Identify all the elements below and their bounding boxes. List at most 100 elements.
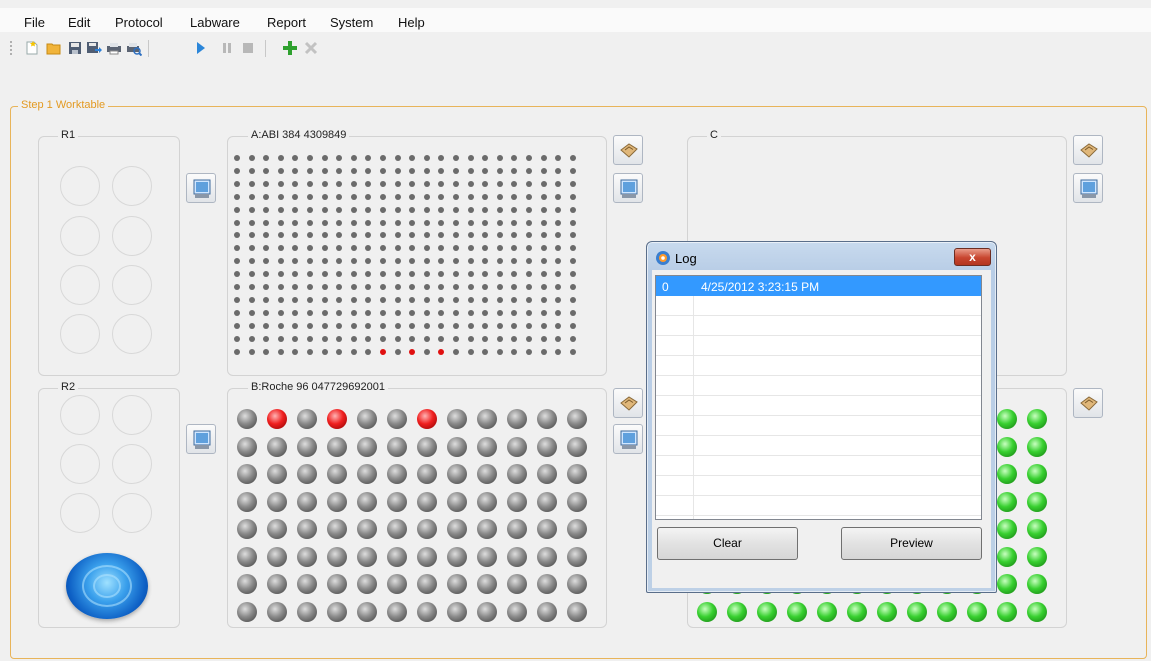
plate-a-well[interactable] — [511, 348, 518, 355]
plate-a-well[interactable] — [467, 271, 474, 278]
plate-a-well[interactable] — [394, 167, 401, 174]
plate-a-well[interactable] — [394, 309, 401, 316]
plate-a-well[interactable] — [248, 296, 255, 303]
rack-r2-select-button[interactable] — [186, 424, 216, 454]
plate-b-select-button[interactable] — [613, 424, 643, 454]
plate-a-well[interactable] — [350, 180, 357, 187]
plate-b-well[interactable] — [297, 519, 317, 539]
plate-a-well[interactable] — [263, 348, 270, 355]
plate-a-well[interactable] — [277, 322, 284, 329]
plate-a-well[interactable] — [482, 348, 489, 355]
tube-position[interactable] — [112, 395, 152, 435]
plate-a-well[interactable] — [496, 180, 503, 187]
plate-a-well[interactable] — [248, 258, 255, 265]
menu-file[interactable]: File — [24, 15, 45, 30]
plate-d-well[interactable] — [1027, 409, 1047, 429]
plate-d-well[interactable] — [1027, 546, 1047, 567]
plate-a-well[interactable] — [409, 206, 416, 213]
plate-b-well[interactable] — [327, 519, 347, 539]
plate-a-well[interactable] — [336, 348, 343, 355]
plate-a-well[interactable] — [526, 193, 532, 200]
plate-a-well[interactable] — [496, 206, 503, 213]
plate-a-well[interactable] — [277, 296, 284, 303]
plate-b-well[interactable] — [417, 491, 437, 512]
plate-a-well[interactable] — [394, 258, 401, 265]
plate-a-well[interactable] — [438, 219, 445, 226]
plate-a-well[interactable] — [380, 335, 386, 342]
plate-a-well[interactable] — [540, 155, 547, 161]
add-icon[interactable] — [282, 40, 298, 56]
tube-position[interactable] — [112, 314, 152, 354]
plate-a-labware-button[interactable] — [613, 135, 643, 165]
plate-a-well[interactable] — [248, 193, 255, 200]
plate-a-well[interactable] — [423, 348, 430, 355]
plate-a-well[interactable] — [467, 219, 474, 226]
plate-b-well[interactable] — [357, 519, 377, 539]
tube-position[interactable] — [60, 216, 100, 256]
plate-b-well[interactable] — [567, 409, 587, 429]
plate-b-well[interactable] — [417, 436, 437, 457]
plate-a-well[interactable] — [380, 155, 386, 161]
plate-b-well[interactable] — [507, 519, 527, 539]
plate-b-well[interactable] — [237, 601, 257, 622]
plate-a-well[interactable] — [496, 167, 503, 174]
plate-d-well[interactable] — [1027, 436, 1047, 457]
plate-a-well[interactable] — [277, 258, 284, 265]
plate-a-well[interactable] — [482, 335, 489, 342]
plate-d-well[interactable] — [997, 519, 1017, 539]
plate-a-well[interactable] — [350, 296, 357, 303]
plate-b-well[interactable] — [447, 546, 467, 567]
plate-a-well[interactable] — [540, 167, 547, 174]
plate-a-well[interactable] — [350, 284, 357, 290]
plate-a-well[interactable] — [307, 206, 313, 213]
plate-a-well[interactable] — [350, 193, 357, 200]
plate-a-well[interactable] — [234, 167, 240, 174]
plate-d-well[interactable] — [997, 409, 1017, 429]
plate-a-well[interactable] — [263, 219, 270, 226]
plate-a-well[interactable] — [307, 167, 313, 174]
pause-icon[interactable] — [219, 40, 235, 56]
plate-a-well[interactable] — [526, 219, 532, 226]
plate-a-well[interactable] — [569, 219, 576, 226]
plate-a-well[interactable] — [453, 167, 459, 174]
plate-b-well[interactable] — [357, 491, 377, 512]
tube-position[interactable] — [112, 265, 152, 305]
plate-a-well[interactable] — [482, 309, 489, 316]
plate-d-well[interactable] — [727, 601, 747, 622]
tube-position[interactable] — [60, 395, 100, 435]
stop-icon[interactable] — [240, 40, 256, 56]
plate-a-well[interactable] — [336, 219, 343, 226]
plate-a-well[interactable] — [555, 206, 562, 213]
preview-button[interactable]: Preview — [841, 527, 982, 560]
plate-a-well[interactable] — [277, 309, 284, 316]
plate-a-well[interactable] — [467, 296, 474, 303]
plate-a-well[interactable] — [555, 335, 562, 342]
plate-b-well[interactable] — [387, 436, 407, 457]
log-close-button[interactable]: x — [954, 248, 991, 266]
plate-b-well[interactable] — [327, 436, 347, 457]
log-row[interactable]: 0 4/25/2012 3:23:15 PM — [656, 276, 981, 296]
plate-a-well[interactable] — [321, 258, 328, 265]
plate-a-well[interactable] — [248, 348, 255, 355]
plate-b-well[interactable] — [357, 574, 377, 594]
plate-a-well[interactable] — [380, 180, 386, 187]
tube-position[interactable] — [112, 166, 152, 206]
plate-b-well[interactable] — [387, 464, 407, 484]
plate-a-well[interactable] — [263, 180, 270, 187]
plate-d-well[interactable] — [1027, 491, 1047, 512]
plate-a-well[interactable] — [350, 348, 357, 355]
plate-a-well[interactable] — [307, 155, 313, 161]
plate-a-well[interactable] — [526, 284, 532, 290]
plate-a-well[interactable] — [482, 180, 489, 187]
tube-position[interactable] — [60, 493, 100, 533]
plate-a-well[interactable] — [394, 271, 401, 278]
plate-a-well[interactable] — [453, 206, 459, 213]
plate-a-well[interactable] — [423, 155, 430, 161]
plate-b-well[interactable] — [327, 464, 347, 484]
plate-b-well[interactable] — [537, 601, 557, 622]
plate-b-well[interactable] — [537, 409, 557, 429]
plate-a-well[interactable] — [496, 193, 503, 200]
plate-a-well[interactable] — [569, 348, 576, 355]
open-folder-icon[interactable] — [46, 40, 62, 56]
plate-b-well[interactable] — [537, 574, 557, 594]
